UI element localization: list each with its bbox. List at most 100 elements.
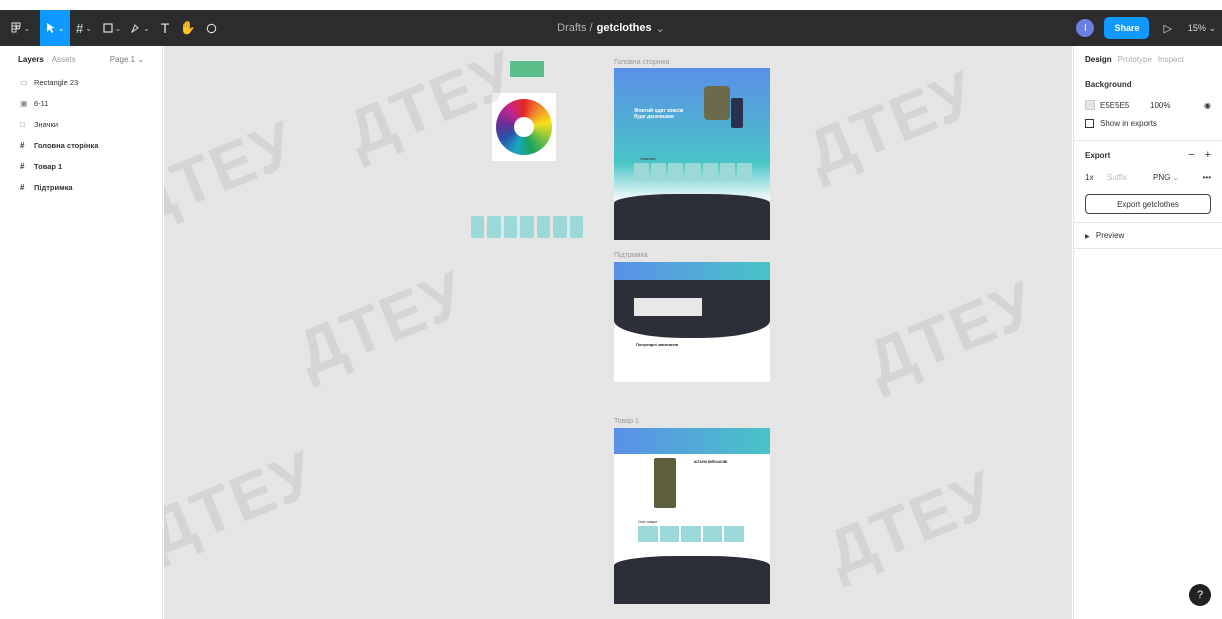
product-pants-image xyxy=(654,458,676,508)
share-button[interactable]: Share xyxy=(1104,17,1150,39)
eye-icon[interactable]: ◉ xyxy=(1204,101,1211,110)
layer-label: Підтримка xyxy=(34,183,73,192)
home-jacket-image xyxy=(704,86,730,120)
background-section: Background E5E5E5 100% ◉ Show in exports xyxy=(1074,72,1222,141)
image-icon: ▣ xyxy=(20,99,28,108)
tab-prototype[interactable]: Prototype xyxy=(1118,55,1152,64)
icons-group[interactable] xyxy=(471,216,583,238)
frame-home[interactable]: Жовтий одяг зовсім буде дешевшим Новинки xyxy=(614,68,770,240)
layers-tabs: Layers Assets Page 1 ⌄ xyxy=(0,46,162,72)
layers-panel: Layers Assets Page 1 ⌄ ▭ Rectangle 23 ▣ 6-… xyxy=(0,46,163,619)
watermark: ДТЕУ xyxy=(856,266,1047,400)
layer-item-home-frame[interactable]: # Головна сторінка xyxy=(0,135,162,156)
canvas[interactable]: Головна сторінка Жовтий одяг зовсім буде… xyxy=(164,46,1072,619)
top-toolbar: ⌄ ⌄ # ⌄ ⌄ ⌄ T ✋ Drafts / getclothes ⌄ I S… xyxy=(0,10,1222,46)
frame-support[interactable]: Популярні запитання xyxy=(614,262,770,382)
toolbar-right: I Share ▷ 15% ⌄ xyxy=(1076,10,1222,46)
watermark: ДТЕУ xyxy=(164,436,327,570)
product-header xyxy=(614,428,770,454)
export-section: Export − + 1x Suffix PNG ⌄ ••• Export ge… xyxy=(1074,141,1222,223)
frame-product[interactable]: ШТАНИ ВІЙСЬКОВІ Нові товари xyxy=(614,428,770,604)
frame-icon: # xyxy=(20,141,25,150)
background-hex[interactable]: E5E5E5 xyxy=(1100,101,1150,110)
move-tool-button[interactable]: ⌄ xyxy=(40,10,70,46)
hand-tool-button[interactable]: ✋ xyxy=(176,10,200,46)
file-name[interactable]: getclothes xyxy=(597,22,652,34)
rectangle-23[interactable] xyxy=(510,61,544,77)
export-header: Export − + xyxy=(1085,149,1211,161)
more-icon[interactable]: ••• xyxy=(1203,173,1211,182)
product-tile xyxy=(569,216,583,238)
export-format[interactable]: PNG xyxy=(1153,173,1170,182)
comment-tool-button[interactable] xyxy=(200,10,222,46)
layer-item-product-frame[interactable]: # Товар 1 xyxy=(0,156,162,177)
frame-tool-button[interactable]: # ⌄ xyxy=(70,10,98,46)
background-fill-row[interactable]: E5E5E5 100% ◉ xyxy=(1085,96,1211,114)
tab-inspect[interactable]: Inspect xyxy=(1158,55,1184,64)
layer-label: 6-11 xyxy=(34,99,49,108)
layer-item-image[interactable]: ▣ 6-11 xyxy=(0,93,162,114)
minus-icon[interactable]: − xyxy=(1188,149,1194,161)
main-menu-button[interactable]: ⌄ xyxy=(0,10,40,46)
text-icon: T xyxy=(160,20,170,36)
layer-item-icons-group[interactable]: □ Значки xyxy=(0,114,162,135)
frame-label-support[interactable]: Підтримка xyxy=(614,252,648,259)
tab-design[interactable]: Design xyxy=(1085,55,1112,64)
present-play-icon[interactable]: ▷ xyxy=(1163,22,1171,35)
page-selector[interactable]: Page 1 ⌄ xyxy=(110,55,144,64)
tab-layers[interactable]: Layers xyxy=(18,55,44,64)
background-swatch[interactable] xyxy=(1085,100,1095,110)
frame-label-product[interactable]: Товар 1 xyxy=(614,418,639,425)
show-in-exports-row[interactable]: Show in exports xyxy=(1085,114,1211,132)
export-suffix[interactable]: Suffix xyxy=(1107,173,1145,182)
layer-label: Головна сторінка xyxy=(34,141,99,150)
preview-section[interactable]: ▶ Preview xyxy=(1074,223,1222,249)
layer-label: Значки xyxy=(34,120,59,129)
pen-tool-button[interactable]: ⌄ xyxy=(126,10,154,46)
layer-label: Товар 1 xyxy=(34,162,63,171)
tab-assets[interactable]: Assets xyxy=(52,55,76,64)
product-tile xyxy=(487,216,501,238)
layer-item-rectangle[interactable]: ▭ Rectangle 23 xyxy=(0,72,162,93)
shape-tool-button[interactable]: ⌄ xyxy=(98,10,126,46)
help-button[interactable]: ? xyxy=(1189,584,1211,606)
product-title: ШТАНИ ВІЙСЬКОВІ xyxy=(694,460,728,464)
show-in-exports-label: Show in exports xyxy=(1100,118,1157,128)
text-tool-button[interactable]: T xyxy=(154,10,176,46)
hand-icon: ✋ xyxy=(179,20,197,35)
preview-label: Preview xyxy=(1095,231,1125,240)
color-wheel-image xyxy=(496,99,552,155)
watermark: ДТЕУ xyxy=(816,456,1007,590)
avatar[interactable]: I xyxy=(1076,19,1095,37)
rectangle-icon xyxy=(103,23,113,33)
breadcrumb-drafts[interactable]: Drafts / xyxy=(557,22,592,34)
frame-label-home[interactable]: Головна сторінка xyxy=(614,59,669,66)
frame-icon: # xyxy=(20,183,25,192)
pen-icon xyxy=(131,23,139,33)
watermark: ДТЕУ xyxy=(286,256,477,390)
layer-item-support-frame[interactable]: # Підтримка xyxy=(0,177,162,198)
home-section-title: Новинки xyxy=(640,156,656,161)
export-scale[interactable]: 1x xyxy=(1085,173,1107,182)
product-tile xyxy=(503,216,518,238)
export-button[interactable]: Export getclothes xyxy=(1085,194,1211,214)
watermark: ДТЕУ xyxy=(164,106,307,240)
cursor-icon xyxy=(46,23,55,33)
frame-icon: # xyxy=(76,20,84,36)
frame-icon: # xyxy=(20,162,25,171)
product-tile xyxy=(536,216,551,238)
zoom-dropdown[interactable]: 15% ⌄ xyxy=(1188,23,1216,34)
background-opacity[interactable]: 100% xyxy=(1150,101,1170,110)
export-settings-row: 1x Suffix PNG ⌄ ••• xyxy=(1085,168,1211,186)
chevron-down-icon: ⌄ xyxy=(1172,172,1180,182)
product-tile xyxy=(520,216,534,238)
home-pants-image xyxy=(731,98,743,128)
image-6-11[interactable] xyxy=(492,93,556,161)
product-footer xyxy=(614,556,770,604)
plus-icon[interactable]: + xyxy=(1205,149,1211,161)
home-hero-text: Жовтий одяг зовсім буде дешевшим xyxy=(634,108,684,120)
show-in-exports-checkbox[interactable] xyxy=(1085,118,1094,128)
page-name: Page 1 xyxy=(109,54,136,64)
chevron-down-icon: ⌄ xyxy=(655,22,665,35)
watermark: ДТЕУ xyxy=(796,56,987,190)
